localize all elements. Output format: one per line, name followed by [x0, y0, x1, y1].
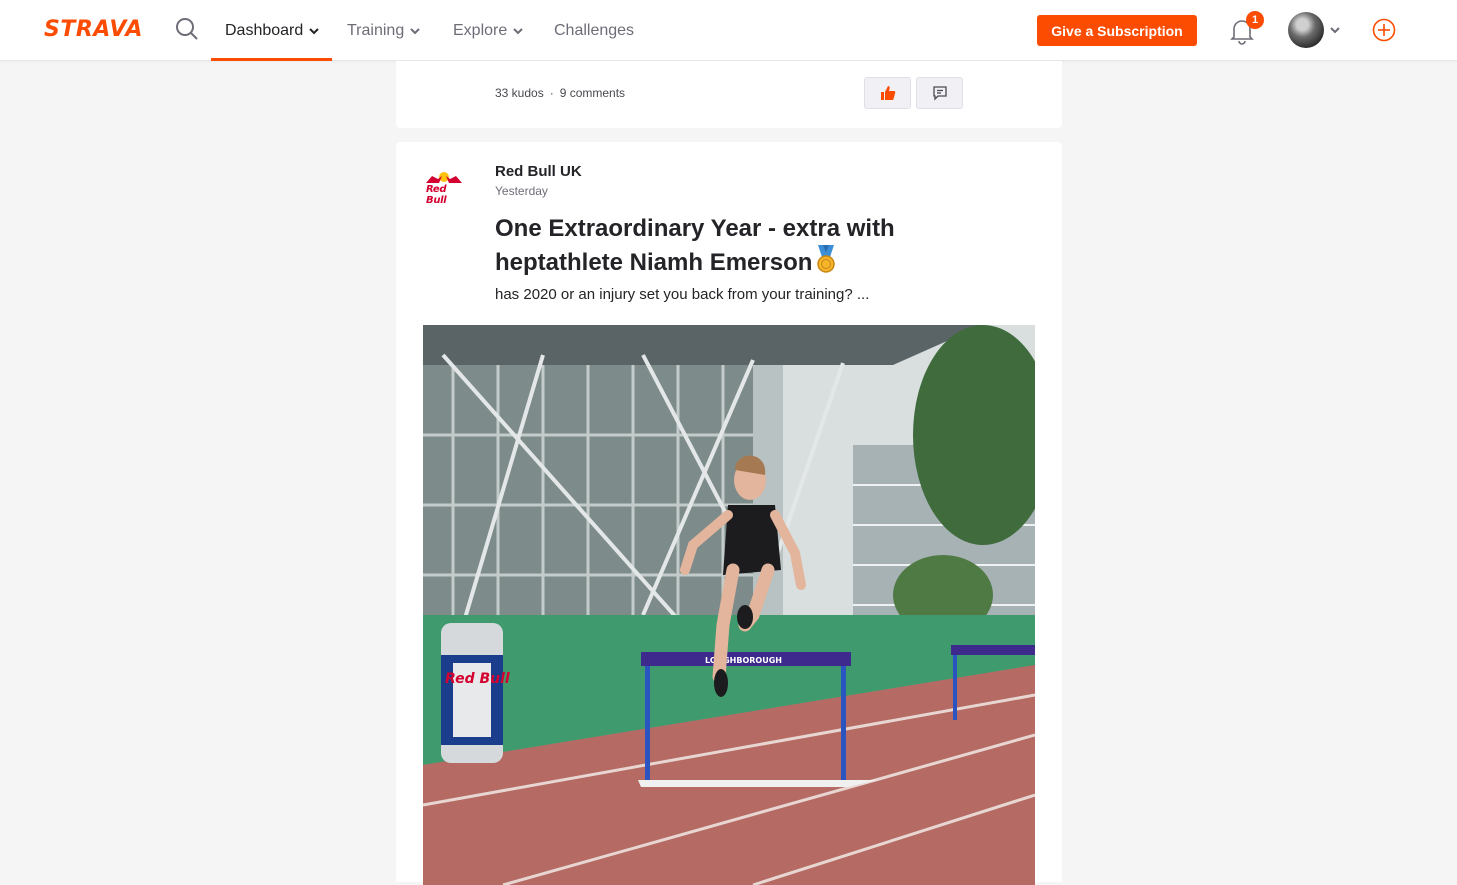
- post-title[interactable]: One Extraordinary Year - extra with hept…: [495, 213, 935, 278]
- nav-challenges-label: Challenges: [554, 22, 635, 39]
- nav-explore-label: Explore: [453, 22, 508, 39]
- hurdle-track-illustration: Red Bull LOUGHBOROUGH: [423, 325, 1035, 885]
- give-kudos-button[interactable]: [864, 77, 911, 109]
- chevron-down-icon: [513, 28, 523, 35]
- notification-count-badge: 1: [1246, 11, 1264, 29]
- give-subscription-button[interactable]: Give a Subscription: [1037, 15, 1197, 46]
- thumbs-up-icon: [880, 86, 895, 100]
- post-timestamp: Yesterday: [495, 184, 548, 198]
- red-bull-logo-text: Red Bull: [426, 184, 447, 206]
- nav-training[interactable]: Training: [347, 19, 420, 43]
- kudos-comments-summary[interactable]: 33 kudos · 9 comments: [495, 86, 625, 100]
- feed-card-club-post: Red Bull Red Bull UK Yesterday One Extra…: [396, 142, 1062, 885]
- user-avatar[interactable]: [1288, 12, 1324, 48]
- search-icon[interactable]: [175, 17, 199, 41]
- separator-dot: ·: [549, 86, 554, 100]
- post-excerpt: has 2020 or an injury set you back from …: [495, 286, 870, 303]
- medal-emoji-icon: [817, 245, 836, 273]
- nav-dashboard[interactable]: Dashboard: [225, 19, 319, 43]
- red-bull-club-logo[interactable]: Red Bull: [422, 170, 466, 206]
- feed-card-previous: 33 kudos · 9 comments: [396, 61, 1062, 128]
- nav-training-label: Training: [347, 22, 405, 39]
- comments-count[interactable]: 9 comments: [560, 86, 625, 100]
- chevron-down-icon: [309, 28, 319, 35]
- nav-challenges[interactable]: Challenges: [554, 19, 634, 43]
- strava-logo[interactable]: STRAVA: [44, 17, 143, 43]
- club-name[interactable]: Red Bull UK: [495, 163, 582, 180]
- active-tab-indicator: [211, 58, 332, 61]
- chevron-down-icon[interactable]: [1329, 25, 1341, 35]
- comment-button[interactable]: [916, 77, 963, 109]
- kudos-count[interactable]: 33 kudos: [495, 86, 544, 100]
- top-navigation: STRAVA Dashboard Training Explore Challe…: [0, 0, 1457, 61]
- add-upload-icon[interactable]: [1372, 18, 1396, 42]
- post-photo-hurdler[interactable]: Red Bull LOUGHBOROUGH: [423, 325, 1035, 885]
- nav-dashboard-label: Dashboard: [225, 22, 304, 39]
- comment-icon: [932, 86, 947, 101]
- nav-explore[interactable]: Explore: [453, 19, 523, 43]
- svg-text:Red Bull: Red Bull: [445, 671, 510, 687]
- chevron-down-icon: [410, 28, 420, 35]
